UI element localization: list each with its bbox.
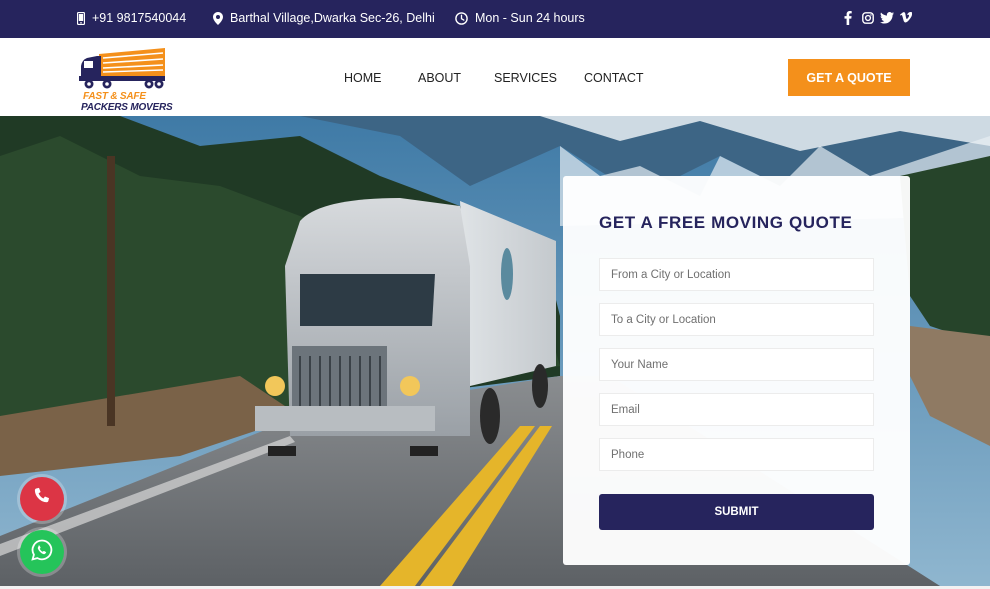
form-title: GET A FREE MOVING QUOTE [599,213,853,232]
hours-info: Mon - Sun 24 hours [455,11,585,25]
nav-about[interactable]: ABOUT [418,71,461,85]
vimeo-icon[interactable] [900,11,912,25]
company-logo[interactable]: FAST & SAFE PACKERS MOVERS [77,46,173,113]
nav-contact[interactable]: CONTACT [584,71,644,85]
whatsapp-icon [31,539,53,566]
quote-form-card: GET A FREE MOVING QUOTE SUBMIT [563,176,910,565]
truck-logo-icon [79,48,165,89]
top-info-bar: +91 9817540044 Barthal Village,Dwarka Se… [0,0,990,38]
logo-text-line2: PACKERS MOVERS [81,102,173,113]
phone-icon [32,487,52,512]
address-info: Barthal Village,Dwarka Sec-26, Delhi [213,11,435,25]
hours-text: Mon - Sun 24 hours [475,11,585,25]
mobile-icon [77,11,85,25]
main-header: FAST & SAFE PACKERS MOVERS HOME ABOUT SE… [0,38,990,116]
clock-icon [455,11,468,25]
facebook-icon[interactable] [844,11,856,25]
instagram-icon[interactable] [862,11,874,25]
twitter-icon[interactable] [880,11,894,25]
nav-home[interactable]: HOME [344,71,382,85]
to-location-field[interactable] [599,303,874,336]
social-links [844,11,912,25]
logo-text-line1: FAST & SAFE [83,91,146,102]
get-a-quote-button[interactable]: GET A QUOTE [788,59,910,96]
phone-field[interactable] [599,438,874,471]
phone-number: +91 9817540044 [92,11,187,25]
from-location-field[interactable] [599,258,874,291]
name-field[interactable] [599,348,874,381]
call-floating-button[interactable] [20,477,64,521]
map-marker-icon [213,11,223,25]
submit-button[interactable]: SUBMIT [599,494,874,530]
address-text: Barthal Village,Dwarka Sec-26, Delhi [230,11,435,25]
email-field[interactable] [599,393,874,426]
whatsapp-floating-button[interactable] [20,530,64,574]
phone-contact[interactable]: +91 9817540044 [77,11,186,25]
nav-services[interactable]: SERVICES [494,71,557,85]
